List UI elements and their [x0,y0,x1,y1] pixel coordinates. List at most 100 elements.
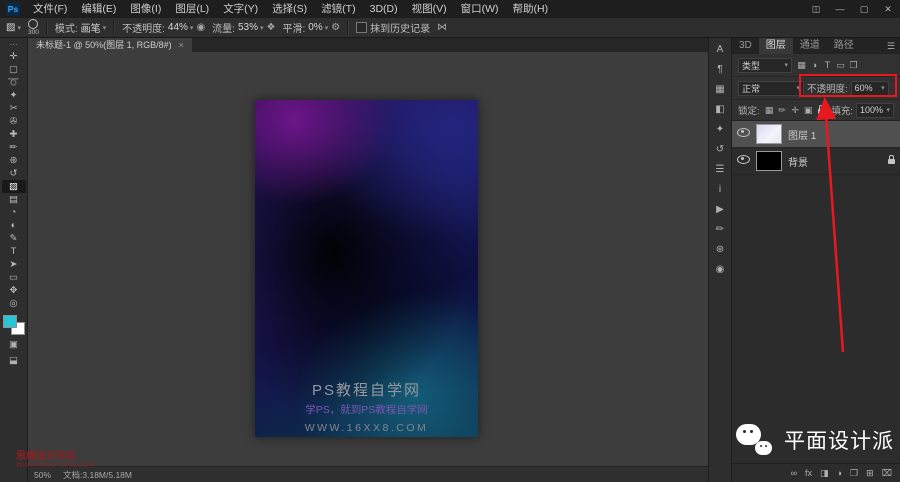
eraser-tool[interactable]: ▨ [1,180,26,193]
menubar-item-10[interactable]: 窗口(W) [454,0,506,18]
clone-stamp-tool[interactable]: ⊛ [2,154,26,167]
new-group-icon[interactable]: ❒ [850,464,858,482]
foreground-color-swatch[interactable] [2,315,17,328]
layer-style-icon[interactable]: fx [805,464,812,482]
lasso-tool[interactable]: ➰ [2,76,26,89]
filter-shape-layers-icon[interactable]: ▭ [834,60,847,71]
screen-mode-icon[interactable]: ⬓ [2,354,26,367]
history-brush-tool[interactable]: ↺ [2,167,26,180]
brush-tool[interactable]: ✏ [2,141,26,154]
erase-to-history-checkbox[interactable] [356,22,368,33]
layer-row-1[interactable]: 图层 1 [732,121,900,148]
menubar-item-3[interactable]: 图像(I) [123,0,168,18]
filter-smart-objects-icon[interactable]: ❒ [847,60,860,71]
visibility-toggle[interactable] [737,155,750,167]
actions-panel-icon[interactable]: ▶ [716,204,724,216]
filter-type-layers-icon[interactable]: T [821,60,834,71]
filter-pixel-layers-icon[interactable]: ▦ [795,60,808,71]
document-canvas[interactable]: PS教程自学网 学PS，就到PS教程自学网 WWW.16XX8.COM [255,100,478,437]
menubar-item-9[interactable]: 视图(V) [405,0,454,18]
layer-row-2[interactable]: 背景 [732,148,900,175]
move-tool[interactable]: ✛ [2,50,26,63]
close-button[interactable]: ✕ [876,0,900,18]
lock-image-pixels-icon[interactable]: ✏ [776,105,789,116]
menubar-item-5[interactable]: 文字(Y) [216,0,265,18]
crop-tool[interactable]: ✂ [2,102,26,115]
panel-tab-3[interactable]: 通道 [793,38,827,54]
pen-tool[interactable]: ✎ [2,232,26,245]
quick-selection-tool[interactable]: ✦ [2,89,26,102]
blur-tool[interactable]: ◔ [2,206,26,219]
panel-tab-1[interactable]: 3D [732,38,759,54]
lock-all-icon[interactable] [815,104,828,116]
mode-dropdown[interactable]: 画笔 [81,20,107,35]
character-panel-icon[interactable]: A [717,44,724,56]
lock-artboard-icon[interactable]: ▣ [802,105,815,116]
zoom-tool[interactable]: ◎ [2,297,26,310]
marquee-tool[interactable]: ▢ [2,63,26,76]
properties-panel-icon[interactable]: ☰ [716,164,725,176]
layer-thumbnail[interactable] [756,151,782,171]
lock-transparent-pixels-icon[interactable]: ▦ [763,105,776,116]
layer-filter-kind-dropdown[interactable]: 类型 [738,57,792,73]
menubar-item-4[interactable]: 图层(L) [168,0,216,18]
document-tab[interactable]: 未标题-1 @ 50%(图层 1, RGB/8#) × [28,38,192,52]
brush-settings-panel-icon[interactable]: ✏ [716,224,724,236]
eyedropper-tool[interactable]: ✇ [2,115,26,128]
airbrush-icon[interactable]: ❖ [266,22,275,33]
menubar-item-1[interactable]: 文件(F) [26,0,74,18]
filter-adjustment-layers-icon[interactable]: ◑ [808,60,821,71]
link-layers-icon[interactable]: ∞ [791,464,797,482]
history-panel-icon[interactable]: ↺ [716,144,724,156]
menubar-item-6[interactable]: 选择(S) [265,0,314,18]
brush-preset-picker[interactable]: 300 [28,18,39,37]
delete-layer-icon[interactable]: ⌧ [882,464,892,482]
hand-tool[interactable]: ✥ [2,284,26,297]
smoothing-gear-icon[interactable]: ⚙ [331,22,340,33]
tool-preset-picker[interactable]: ▨ [6,22,21,33]
visibility-toggle[interactable] [737,128,750,140]
panel-menu-icon[interactable]: ☰ [882,38,900,54]
maximize-button[interactable]: ▢ [852,0,876,18]
new-layer-icon[interactable]: ⊞ [866,464,874,482]
menubar-item-2[interactable]: 编辑(E) [74,0,123,18]
clone-source-panel-icon[interactable]: ⊛ [716,244,724,256]
path-selection-tool[interactable]: ➤ [2,258,26,271]
workspace-switcher-icon[interactable]: ◫ [804,0,828,18]
fill-dropdown[interactable]: 100% [856,102,894,118]
swatches-panel-icon[interactable]: ▦ [715,84,724,96]
info-panel-icon[interactable]: i [719,184,721,196]
smoothing-dropdown[interactable]: 0% [308,22,328,33]
shape-tool[interactable]: ▭ [2,271,26,284]
quick-mask-icon[interactable]: ▣ [2,338,26,351]
adjustment-layer-icon[interactable]: ◑ [837,464,842,482]
type-tool[interactable]: T [2,245,26,258]
paint-symmetry-icon[interactable]: ⋈ [437,22,447,33]
menu-bar: Ps 文件(F) 编辑(E) 图像(I) 图层(L) 文字(Y) 选择(S) 滤镜(T) 3D… [0,0,900,19]
minimize-button[interactable]: — [828,0,852,18]
styles-panel-icon[interactable]: ✦ [716,124,724,136]
blend-mode-dropdown[interactable]: 正常 [738,80,804,96]
adjustments-panel-icon[interactable]: ◧ [715,104,724,116]
menubar-item-11[interactable]: 帮助(H) [506,0,556,18]
layer-opacity-dropdown[interactable]: 60% [850,80,889,96]
gradient-tool[interactable]: ▤ [2,193,26,206]
menubar-item-7[interactable]: 滤镜(T) [314,0,362,18]
layer-thumbnail[interactable] [756,124,782,144]
layer-mask-icon[interactable]: ◨ [820,464,829,482]
lights-panel-icon[interactable]: ◉ [716,264,725,276]
panel-tab-4[interactable]: 路径 [827,38,861,54]
tab-close-icon[interactable]: × [179,38,184,52]
paragraph-panel-icon[interactable]: ¶ [717,64,722,76]
pressure-opacity-icon[interactable]: ◉ [196,22,205,33]
menubar-item-8[interactable]: 3D(D) [363,0,405,18]
document-tab-bar: 未标题-1 @ 50%(图层 1, RGB/8#) × [28,38,708,52]
zoom-level-field[interactable]: 50% [34,470,51,480]
toolbar-options-icon[interactable]: ⋯ [10,40,18,50]
healing-brush-tool[interactable]: ✚ [2,128,26,141]
opacity-dropdown[interactable]: 44% [168,22,194,33]
flow-dropdown[interactable]: 53% [238,22,264,33]
lock-position-icon[interactable]: ✛ [789,105,802,116]
dodge-tool[interactable]: ◐ [2,219,26,232]
panel-tab-2[interactable]: 图层 [758,38,793,54]
